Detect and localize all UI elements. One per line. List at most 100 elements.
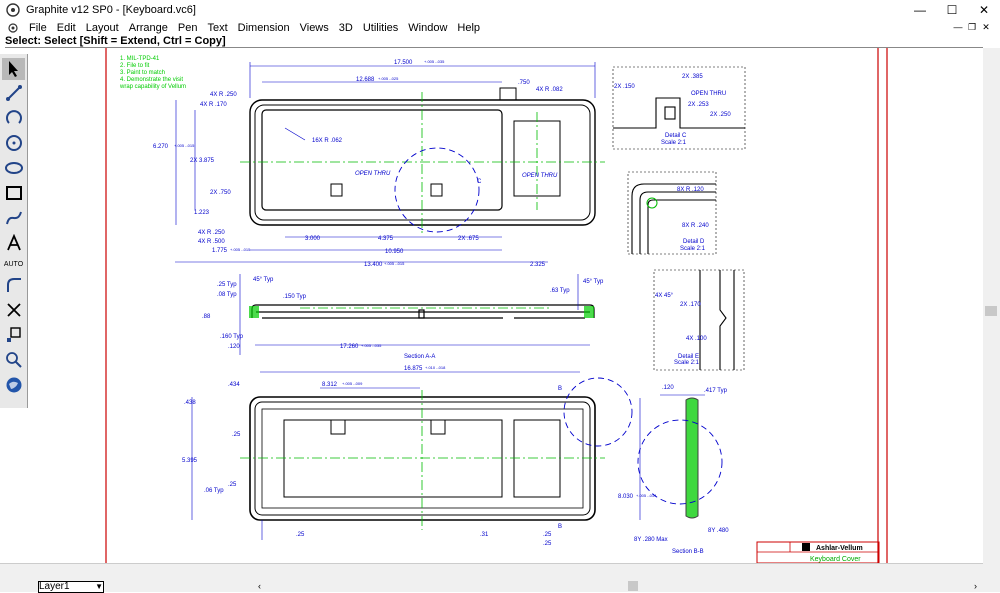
svg-text:.25: .25 [232,432,241,438]
arrow-pointer-icon [8,61,18,77]
svg-text:OPEN THRU: OPEN THRU [691,91,726,97]
spline-icon [5,211,22,225]
svg-text:.08 Typ: .08 Typ [217,292,237,298]
spline-tool[interactable] [2,207,25,229]
line-tool[interactable] [2,82,25,104]
menu-dimension[interactable]: Dimension [233,22,295,34]
menu-text[interactable]: Text [202,22,232,34]
svg-text:+.005 -.025: +.005 -.025 [378,76,399,81]
horizontal-scrollbar[interactable]: ‹ › [258,581,983,591]
svg-text:+.005 -.014: +.005 -.014 [636,493,657,498]
maximize-button[interactable]: ☐ [936,0,968,20]
svg-text:4X R .082: 4X R .082 [536,87,563,93]
svg-text:+.005 -.035: +.005 -.035 [424,59,445,64]
menu-arrange[interactable]: Arrange [124,22,173,34]
fillet-tool[interactable] [2,274,25,296]
minimize-button[interactable]: — [904,0,936,20]
arc-tool[interactable] [2,107,25,129]
menu-3d[interactable]: 3D [334,22,358,34]
menu-edit[interactable]: Edit [52,22,81,34]
window-title: Graphite v12 SP0 - [Keyboard.vc6] [26,4,196,16]
svg-text:10.950: 10.950 [385,249,404,255]
help-tool[interactable] [2,374,25,396]
detail-e[interactable]: 4X 45° 2X .170 4X .100 Detail E Scale 2:… [653,269,745,371]
svg-text:B: B [558,386,562,392]
menu-help[interactable]: Help [452,22,485,34]
svg-text:2X .675: 2X .675 [458,236,479,242]
drawing-notes: 1. MIL-TPD-41 2. File to fit 3. Paint to… [119,56,186,90]
globe-help-icon [6,377,21,393]
menu-layout[interactable]: Layout [81,22,124,34]
svg-text:17.500: 17.500 [394,60,413,66]
layer-select[interactable]: Layer1 ▼ [38,581,104,593]
doc-close-button[interactable]: ✕ [980,21,992,33]
svg-text:2X .250: 2X .250 [710,112,731,118]
chevron-down-icon: ▼ [95,582,103,591]
svg-text:+.005 -.035: +.005 -.035 [361,343,382,348]
menu-file[interactable]: File [24,22,52,34]
zoom-tool[interactable] [2,349,25,371]
svg-text:.88: .88 [202,314,211,320]
construction-tool[interactable] [2,324,25,346]
arc-icon [5,110,22,124]
svg-text:B: B [558,524,562,530]
svg-text:2X .253: 2X .253 [688,102,709,108]
svg-text:8X R .240: 8X R .240 [682,223,709,229]
svg-text:Ashlar-Vellum: Ashlar-Vellum [816,545,863,552]
svg-text:Scale 2:1: Scale 2:1 [661,140,687,146]
svg-text:.120: .120 [228,344,240,350]
section-b-b[interactable]: .120 .417 Typ 8.030 +.005 -.014 8Y .280 … [618,385,729,555]
document-system-icon[interactable] [8,23,18,33]
scroll-right-icon[interactable]: › [974,581,977,591]
svg-text:1.775: 1.775 [212,248,228,254]
text-tool[interactable] [2,232,25,254]
svg-text:Detail D: Detail D [683,239,705,245]
detail-c[interactable]: 2X .385 2X .150 OPEN THRU 2X .253 2X .25… [612,66,746,150]
circle-tool[interactable] [2,132,25,154]
svg-text:4X .100: 4X .100 [686,336,707,342]
section-a-a[interactable]: 45° Typ .25 Typ .08 Typ .150 Typ .88 .16… [202,274,604,360]
doc-minimize-button[interactable]: — [952,21,964,33]
svg-text:45° Typ: 45° Typ [253,277,274,283]
scroll-left-icon[interactable]: ‹ [258,581,261,591]
svg-text:.25: .25 [543,532,552,538]
svg-text:.438: .438 [184,400,196,406]
detail-d[interactable]: 8X R .120 8X R .240 Detail D Scale 2:1 [627,171,717,255]
tool-palette: AUTO [0,54,28,408]
box-handle-icon [6,327,21,342]
svg-text:.120: .120 [662,385,674,391]
svg-text:8Y .480: 8Y .480 [708,528,729,534]
horizontal-scroll-thumb[interactable] [628,581,638,591]
vertical-scroll-thumb[interactable] [985,306,997,316]
drawing-canvas[interactable]: 1. MIL-TPD-41 2. File to fit 3. Paint to… [27,48,983,563]
cross-icon [6,303,21,317]
trim-tool[interactable] [2,299,25,321]
rectangle-icon [5,186,22,200]
doc-restore-button[interactable]: ❐ [966,21,978,33]
text-a-icon [6,234,21,251]
message-line: Select: Select [Shift = Extend, Ctrl = C… [5,36,983,48]
menu-utilities[interactable]: Utilities [358,22,403,34]
svg-text:.750: .750 [518,80,530,86]
svg-text:.417 Typ: .417 Typ [704,388,728,394]
svg-text:3.000: 3.000 [305,236,321,242]
auto-dimension-tool[interactable]: AUTO [2,257,25,271]
menu-window[interactable]: Window [403,22,452,34]
rectangle-tool[interactable] [2,182,25,204]
graphite-app-icon [6,3,20,17]
svg-text:4X R .250: 4X R .250 [198,230,225,236]
menu-views[interactable]: Views [295,22,334,34]
svg-text:.63 Typ: .63 Typ [550,288,570,294]
bottom-view[interactable]: 16.875 +.010 -.018 8.312 +.005 -.009 .43… [182,365,633,547]
svg-text:1.223: 1.223 [194,210,210,216]
vertical-scrollbar[interactable] [983,48,1000,580]
menu-pen[interactable]: Pen [173,22,203,34]
layer-select-value: Layer1 [39,581,70,592]
ellipse-tool[interactable] [2,157,25,179]
top-view[interactable]: 17.500 +.005 -.035 12.688 +.005 -.025 .7… [153,59,605,268]
svg-text:4.375: 4.375 [378,236,394,242]
svg-text:17.260: 17.260 [340,344,359,350]
select-tool[interactable] [2,58,25,80]
svg-text:+.005 -.015: +.005 -.015 [230,247,251,252]
close-button[interactable]: ✕ [968,0,1000,20]
